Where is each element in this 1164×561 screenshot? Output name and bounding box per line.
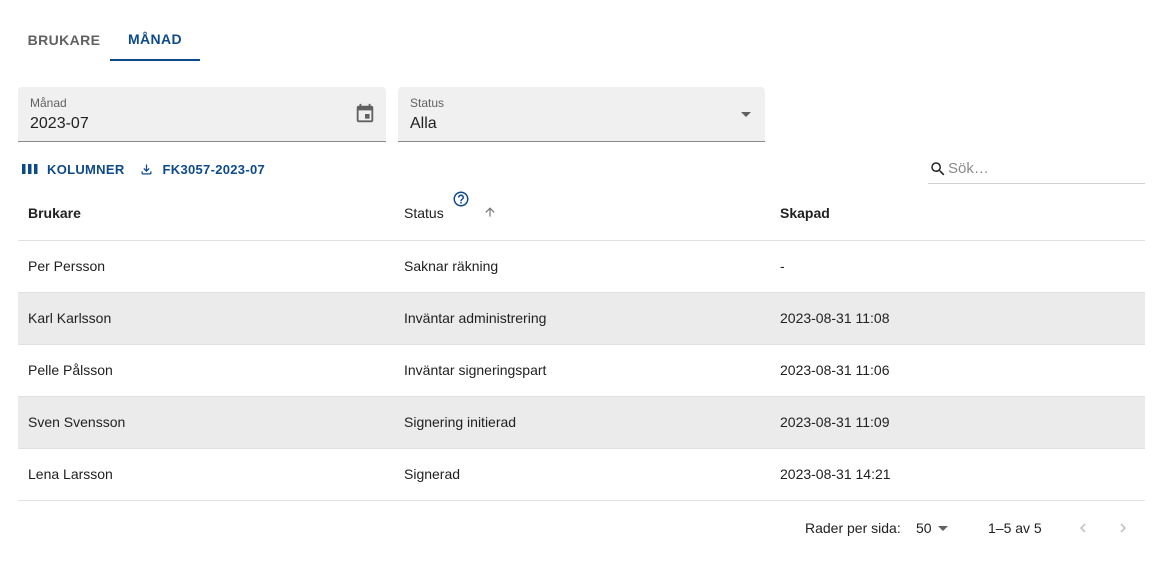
table-row[interactable]: Sven Svensson Signering initierad 2023-0… <box>18 397 1145 449</box>
search-box <box>928 155 1145 184</box>
help-icon[interactable] <box>452 190 470 208</box>
month-field-label: Månad <box>30 96 67 110</box>
page-range-label: 1–5 av 5 <box>988 520 1042 536</box>
cell-skapad: - <box>780 258 785 274</box>
cell-skapad: 2023-08-31 11:06 <box>780 362 890 378</box>
next-page-icon[interactable] <box>1114 518 1132 538</box>
cell-skapad: 2023-08-31 11:09 <box>780 414 890 430</box>
tab-manad[interactable]: MÅNAD <box>110 18 200 61</box>
cell-brukare: Lena Larsson <box>28 466 113 482</box>
download-icon <box>141 164 152 174</box>
cell-brukare: Pelle Pålsson <box>28 362 113 378</box>
cell-brukare: Karl Karlsson <box>28 310 112 326</box>
cell-status: Signering initierad <box>404 414 517 430</box>
sort-ascending-icon[interactable] <box>483 205 497 219</box>
month-field-value: 2023-07 <box>30 115 89 132</box>
rows-per-page-dropdown-icon[interactable] <box>938 526 948 531</box>
export-button[interactable]: FK3057-2023-07 <box>135 162 272 177</box>
cell-skapad: 2023-08-31 11:08 <box>780 310 890 326</box>
calendar-icon[interactable] <box>354 103 376 125</box>
pagination: Rader per sida: 50 1–5 av 5 <box>0 515 1164 541</box>
table-row[interactable]: Lena Larsson Signerad 2023-08-31 14:21 <box>18 449 1145 501</box>
columns-button[interactable]: KOLUMNER <box>18 162 131 177</box>
status-field-value: Alla <box>410 115 437 132</box>
columns-icon <box>22 164 38 174</box>
cell-status: Inväntar administrering <box>404 310 547 326</box>
table-header: Brukare Status Skapad <box>18 185 1145 241</box>
search-input[interactable] <box>948 158 1138 178</box>
rows-per-page-select[interactable]: 50 <box>916 520 932 536</box>
table-row[interactable]: Per Persson Saknar räkning - <box>18 241 1145 293</box>
column-header-skapad[interactable]: Skapad <box>780 205 830 221</box>
export-button-label: FK3057-2023-07 <box>162 161 266 177</box>
cell-status: Saknar räkning <box>404 258 499 274</box>
table-row[interactable]: Karl Karlsson Inväntar administrering 20… <box>18 293 1145 345</box>
month-picker-field[interactable]: Månad 2023-07 <box>18 87 386 142</box>
cell-skapad: 2023-08-31 14:21 <box>780 466 891 482</box>
cell-brukare: Sven Svensson <box>28 414 126 430</box>
previous-page-icon[interactable] <box>1074 518 1092 538</box>
data-table: Brukare Status Skapad Per Persson Saknar… <box>18 185 1145 501</box>
tab-brukare[interactable]: BRUKARE <box>18 18 110 61</box>
cell-status: Inväntar signeringspart <box>404 362 547 378</box>
column-header-brukare[interactable]: Brukare <box>28 205 81 221</box>
column-header-status[interactable]: Status <box>404 205 444 221</box>
columns-button-label: KOLUMNER <box>47 161 125 177</box>
table-row[interactable]: Pelle Pålsson Inväntar signeringspart 20… <box>18 345 1145 397</box>
dropdown-arrow-icon <box>741 112 751 117</box>
search-icon <box>931 162 945 176</box>
status-field-label: Status <box>410 96 445 110</box>
cell-status: Signerad <box>404 466 461 482</box>
tab-bar: BRUKARE MÅNAD <box>18 18 200 62</box>
grid-toolbar: KOLUMNER FK3057-2023-07 <box>18 156 271 182</box>
rows-per-page-label: Rader per sida: <box>805 520 901 536</box>
cell-brukare: Per Persson <box>28 258 106 274</box>
status-select-field[interactable]: Status Alla <box>398 87 765 142</box>
